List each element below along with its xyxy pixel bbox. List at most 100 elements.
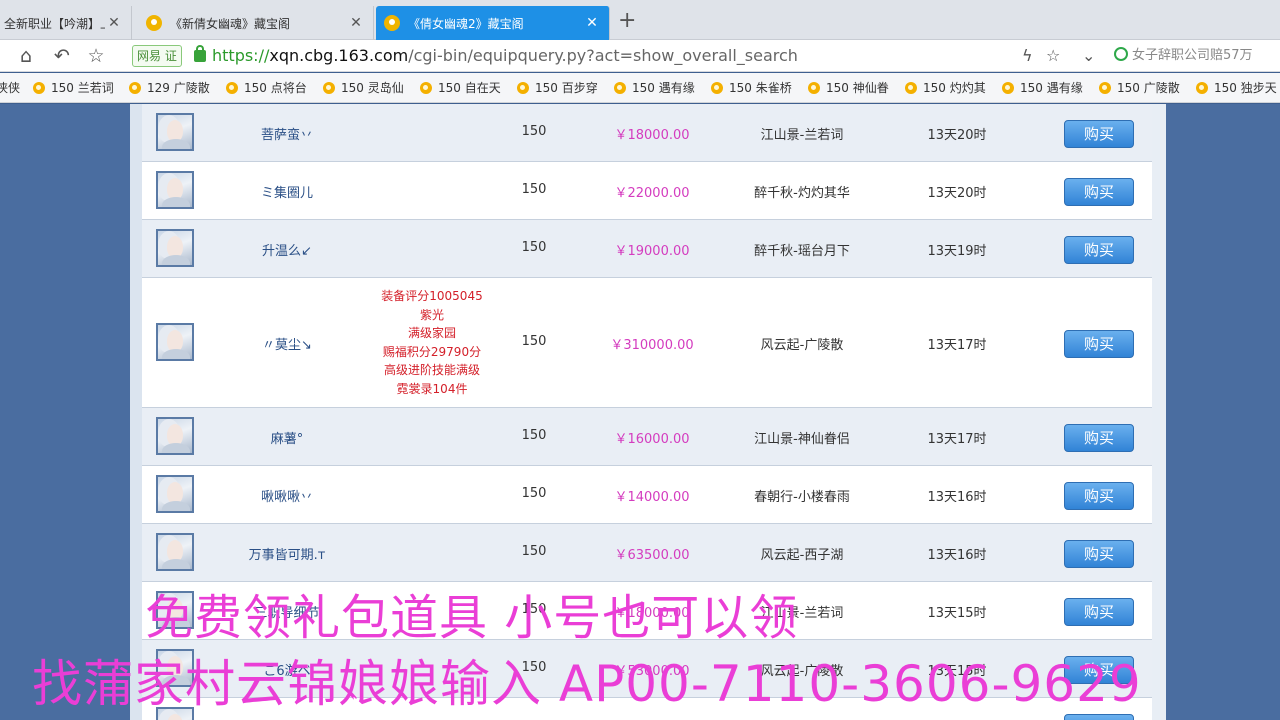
close-icon[interactable]: ✕ [347, 15, 365, 31]
table-row: 三职导细节 150 ￥18000.00 江山景-兰若词 13天15时 购买 [142, 582, 1152, 640]
table-row: 〃莫尘↘ 装备评分1005045 紫光 满级家园 赐福积分29790分 高级进阶… [142, 278, 1152, 408]
avatar[interactable] [156, 649, 194, 687]
avatar[interactable] [156, 229, 194, 267]
close-icon[interactable]: ✕ [583, 15, 601, 31]
avatar[interactable] [156, 475, 194, 513]
desc-line: 紫光 [419, 307, 444, 322]
character-level: 150 [521, 182, 547, 197]
character-name[interactable]: こ6游ベ [232, 660, 342, 679]
character-name[interactable]: ミ集圈儿 [232, 182, 342, 201]
search-box[interactable]: 女子辞职公司赔57万 [1114, 45, 1253, 67]
remaining-time: 13天20时 [927, 186, 987, 201]
bookmark-item[interactable]: 150 兰若词 [32, 78, 114, 98]
url-field[interactable]: https://xqn.cbg.163.com/cgi-bin/equipque… [212, 45, 798, 67]
close-icon[interactable]: ✕ [105, 15, 123, 31]
url-host: xqn.cbg.163.com [269, 46, 409, 65]
character-name[interactable]: 麻薯° [232, 428, 342, 447]
price: ￥18000.00 [614, 128, 690, 143]
character-name[interactable]: 万事皆可期.т [232, 544, 342, 563]
chevron-down-icon[interactable]: ⌄ [1082, 44, 1095, 68]
bookmark-item[interactable]: 150 自在天 [419, 78, 501, 98]
star-icon[interactable]: ☆ [84, 44, 108, 68]
avatar[interactable] [156, 533, 194, 571]
tab-0[interactable]: 全新职业【吟潮】上 ✕ [0, 6, 132, 40]
avatar[interactable] [156, 323, 194, 361]
character-name[interactable]: 啾啾啾丷 [232, 486, 342, 505]
url-path: /cgi-bin/equipquery.py?act=show_overall_… [408, 46, 798, 65]
bookmark-label: 150 遇有缘 [632, 81, 695, 95]
bookmark-item[interactable]: 129 广陵散 [128, 78, 210, 98]
new-tab-button[interactable]: + [618, 8, 636, 34]
avatar[interactable] [156, 707, 194, 720]
bookmark-item[interactable]: 150 点将台 [225, 78, 307, 98]
table-row: 升温么↙ 150 ￥19000.00 醉千秋-瑶台月下 13天19时 购买 [142, 220, 1152, 278]
table-row: 菩萨蛮丷 150 ￥18000.00 江山景-兰若词 13天20时 购买 [142, 104, 1152, 162]
item-description: 装备评分1005045 紫光 满级家园 赐福积分29790分 高级进阶技能满级 … [362, 287, 502, 398]
lightning-icon[interactable]: ϟ [1022, 44, 1033, 68]
server: 醉千秋-灼灼其华 [754, 186, 850, 201]
buy-button[interactable]: 购买 [1064, 424, 1134, 452]
bookmark-item[interactable]: 150 灼灼其 [904, 78, 986, 98]
tab-strip: 全新职业【吟潮】上 ✕ 《新倩女幽魂》藏宝阁 ✕ 《倩女幽魂2》藏宝阁 ✕ + [0, 0, 1280, 40]
server: 风云起-广陵散 [760, 338, 844, 353]
bookmark-icon [1195, 81, 1211, 95]
buy-button[interactable]: 购买 [1064, 178, 1134, 206]
buy-button[interactable]: 购买 [1064, 120, 1134, 148]
price: ￥16000.00 [614, 432, 690, 447]
security-badge[interactable]: 网易 证 [132, 45, 182, 67]
character-name[interactable]: 〃莫尘↘ [232, 334, 342, 353]
page-content: 菩萨蛮丷 150 ￥18000.00 江山景-兰若词 13天20时 购买 ミ集圈… [0, 104, 1280, 720]
avatar[interactable] [156, 113, 194, 151]
character-name[interactable]: 三职导细节 [232, 602, 342, 621]
bookmark-icon [32, 81, 48, 95]
server: 江山景-神仙眷侣 [754, 432, 850, 447]
lock-icon [194, 45, 206, 62]
bookmark-label: 150 广陵散 [1117, 81, 1180, 95]
character-level: 150 [521, 240, 547, 255]
character-level: 150 [521, 486, 547, 501]
bookmark-icon [1098, 81, 1114, 95]
avatar[interactable] [156, 417, 194, 455]
bookmark-item[interactable]: 150 朱雀桥 [710, 78, 792, 98]
buy-button[interactable]: 购买 [1064, 714, 1134, 720]
bookmark-item[interactable]: 150 百步穿 [516, 78, 598, 98]
bookmark-item[interactable]: 150 广陵散 [1098, 78, 1180, 98]
buy-button[interactable]: 购买 [1064, 598, 1134, 626]
bookmark-label: 150 独步天 [1214, 81, 1277, 95]
table-row: ミ集圈儿 150 ￥22000.00 醉千秋-灼灼其华 13天20时 购买 [142, 162, 1152, 220]
bookmark-label: 129 广陵散 [147, 81, 210, 95]
bookmark-star-icon[interactable]: ☆ [1046, 44, 1060, 68]
desc-line: 赐福积分29790分 [382, 344, 482, 359]
bookmark-item[interactable]: 150 遇有缘 [1001, 78, 1083, 98]
buy-button[interactable]: 购买 [1064, 236, 1134, 264]
remaining-time: 13天16时 [927, 490, 987, 505]
character-level: 150 [521, 544, 547, 559]
character-level: 150 [521, 334, 547, 349]
remaining-time: 13天16时 [927, 548, 987, 563]
avatar[interactable] [156, 171, 194, 209]
buy-button[interactable]: 购买 [1064, 656, 1134, 684]
remaining-time: 13天20时 [927, 128, 987, 143]
buy-button[interactable]: 购买 [1064, 540, 1134, 568]
server: 风云起-广陵散 [760, 664, 844, 679]
bookmark-item[interactable]: 150 遇有缘 [613, 78, 695, 98]
bookmark-item[interactable]: 150 独步天 [1195, 78, 1277, 98]
tab-1[interactable]: 《新倩女幽魂》藏宝阁 ✕ [138, 6, 374, 40]
bookmarks-bar: 侠侠 150 兰若词 129 广陵散 150 点将台 150 灵岛仙 150 自… [0, 73, 1280, 103]
remaining-time: 13天17时 [927, 432, 987, 447]
character-name[interactable]: 菩萨蛮丷 [232, 124, 342, 143]
buy-button[interactable]: 购买 [1064, 330, 1134, 358]
home-icon[interactable]: ⌂ [14, 44, 38, 68]
table-row: 啾啾啾丷 150 ￥14000.00 春朝行-小楼春雨 13天16时 购买 [142, 466, 1152, 524]
bookmark-icon [419, 81, 435, 95]
bookmark-label: 150 自在天 [438, 81, 501, 95]
avatar[interactable] [156, 591, 194, 629]
bookmark-item[interactable]: 150 神仙眷 [807, 78, 889, 98]
bookmark-item[interactable]: 150 灵岛仙 [322, 78, 404, 98]
bookmark-item[interactable]: 侠侠 [0, 78, 20, 98]
buy-button[interactable]: 购买 [1064, 482, 1134, 510]
character-name[interactable]: 升温么↙ [232, 240, 342, 259]
tab-2-active[interactable]: 《倩女幽魂2》藏宝阁 ✕ [376, 6, 610, 40]
bookmark-icon [516, 81, 532, 95]
undo-icon[interactable]: ↶ [50, 44, 74, 68]
